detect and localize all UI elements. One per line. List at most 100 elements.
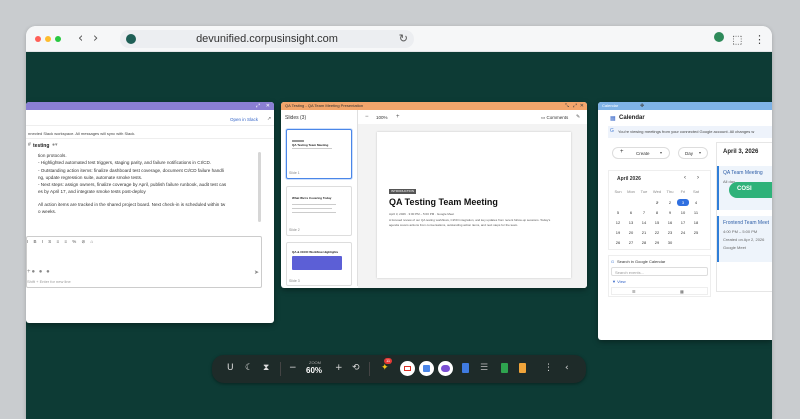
calendar-day[interactable]: 6: [625, 210, 637, 215]
calendar-day[interactable]: 17: [677, 220, 689, 225]
expand-icon[interactable]: ⤢: [573, 102, 577, 110]
calendar-app-icon[interactable]: [419, 361, 434, 376]
calendar-day[interactable]: 29: [651, 240, 663, 245]
forward-icon[interactable]: ›: [93, 32, 98, 45]
send-icon[interactable]: ➤: [254, 269, 259, 276]
calendar-day[interactable]: 9: [664, 210, 676, 215]
hourglass-icon[interactable]: ⧗: [263, 363, 269, 374]
list-icon[interactable]: ☰: [480, 363, 488, 374]
view-toggle[interactable]: ☰ ▦: [611, 287, 708, 295]
next-month-icon[interactable]: ›: [692, 175, 704, 181]
message-line: ng, update regression suite, automate sm…: [38, 174, 143, 180]
calendar-day[interactable]: 26: [612, 240, 624, 245]
calendar-day[interactable]: 13: [625, 220, 637, 225]
zoom-in-icon[interactable]: +: [335, 363, 343, 374]
filter-icon[interactable]: ▼ View: [612, 279, 626, 284]
calendar-day[interactable]: 12: [612, 220, 624, 225]
close-window-dot[interactable]: [35, 36, 41, 42]
calendar-day[interactable]: 27: [625, 240, 637, 245]
docs-icon[interactable]: [462, 363, 469, 373]
edit-icon[interactable]: ✎: [576, 114, 580, 120]
url-bar[interactable]: devunified.corpusinsight.com ↻: [120, 30, 414, 48]
create-button[interactable]: + Create ▾: [612, 147, 670, 159]
slides-titlebar[interactable]: QA Testing - QA Team Meeting Presentatio…: [281, 102, 587, 110]
shrink-icon[interactable]: ⤡: [565, 102, 569, 110]
composer-action-icons[interactable]: +● ● ●: [27, 269, 51, 275]
slide-thumbnail-3[interactable]: QA & CI/CD Workflow Highlights Slide 3: [286, 242, 352, 286]
prev-month-icon[interactable]: ‹: [679, 175, 691, 181]
browser-menu-icon[interactable]: ⋮: [754, 33, 765, 46]
calendar-day[interactable]: 8: [651, 210, 663, 215]
calendar-day[interactable]: 10: [677, 210, 689, 215]
calendar-day[interactable]: 11: [690, 210, 702, 215]
external-link-icon[interactable]: ↗: [267, 116, 271, 122]
close-icon[interactable]: ✕: [266, 102, 270, 110]
slide-main[interactable]: INTRODUCTION QA Testing Team Meeting Apr…: [377, 132, 571, 278]
search-input[interactable]: Search events...: [611, 267, 708, 276]
slide-thumbnail-2[interactable]: What We're Covering Today Slide 2: [286, 186, 352, 236]
move-icon[interactable]: ✥: [640, 102, 644, 110]
grid-view-icon[interactable]: ▦: [680, 289, 684, 294]
notification-badge: 11: [384, 358, 393, 364]
calendar-day[interactable]: 22: [651, 230, 663, 235]
weekday-label: Sat: [692, 189, 699, 194]
message-scrollbar[interactable]: [258, 152, 261, 222]
list-view-icon[interactable]: ☰: [632, 289, 636, 294]
calendar-day[interactable]: 15: [651, 220, 663, 225]
calendar-day[interactable]: 16: [664, 220, 676, 225]
calendar-day[interactable]: 30: [664, 240, 676, 245]
member-count-icon[interactable]: ●▾: [52, 142, 58, 148]
thumb-label: Slide 3: [289, 279, 300, 283]
expand-icon[interactable]: ⤢: [256, 102, 260, 110]
calendar-day[interactable]: 28: [638, 240, 650, 245]
slides-icon[interactable]: [519, 363, 526, 373]
event-card[interactable]: Frontend Team Meet 4:00 PM – 5:00 PM Cre…: [717, 216, 772, 262]
maximize-window-dot[interactable]: [55, 36, 61, 42]
reset-zoom-icon[interactable]: ⟲: [352, 363, 360, 374]
gmail-icon[interactable]: [400, 361, 415, 376]
moon-icon[interactable]: ☾: [245, 363, 253, 374]
calendar-day[interactable]: 20: [625, 230, 637, 235]
cosi-assistant-badge[interactable]: COSI: [729, 182, 772, 198]
comments-button[interactable]: ▭ Comments: [541, 115, 568, 121]
zoom-out-icon[interactable]: −: [365, 114, 369, 120]
calendar-day[interactable]: 25: [690, 230, 702, 235]
reload-icon[interactable]: ↻: [399, 32, 408, 45]
calendar-day[interactable]: 21: [638, 230, 650, 235]
underline-icon[interactable]: U: [227, 363, 234, 374]
calendar-day[interactable]: 3: [677, 199, 689, 206]
calendar-day[interactable]: 19: [612, 230, 624, 235]
message-line: - Next steps: assign owners, finalize co…: [38, 182, 227, 188]
composer-hint: Shift + Enter for new line: [27, 279, 71, 284]
extension-cursor-icon[interactable]: [714, 32, 724, 42]
close-icon[interactable]: ✕: [580, 102, 584, 110]
calendar-day[interactable]: 14: [638, 220, 650, 225]
weekday-label: Fri: [680, 189, 686, 194]
event-title: Frontend Team Meet: [723, 220, 770, 226]
minimize-window-dot[interactable]: [45, 36, 51, 42]
calendar-day[interactable]: 5: [612, 210, 624, 215]
calendar-day[interactable]: 4: [690, 200, 702, 205]
collapse-toolbar-icon[interactable]: ‹: [565, 363, 569, 374]
calendar-day[interactable]: 23: [664, 230, 676, 235]
extensions-puzzle-icon[interactable]: ⬚: [732, 33, 742, 46]
chat-app-icon[interactable]: [438, 361, 453, 376]
thumb-label: Slide 1: [289, 171, 300, 175]
sheets-icon[interactable]: [501, 363, 508, 373]
slide-thumbnail-1[interactable]: QA Testing Team Meeting Slide 1: [286, 129, 352, 179]
zoom-out-icon[interactable]: −: [289, 363, 297, 374]
calendar-titlebar[interactable]: Calendar: [598, 102, 772, 110]
open-in-slack-link[interactable]: Open in Slack: [230, 117, 258, 122]
lightbulb-icon[interactable]: ✦: [381, 363, 389, 374]
calendar-day[interactable]: 24: [677, 230, 689, 235]
zoom-in-icon[interactable]: +: [396, 114, 400, 120]
calendar-day[interactable]: 18: [690, 220, 702, 225]
more-options-icon[interactable]: ⋮: [544, 363, 553, 374]
external-link-icon[interactable]: ↗: [651, 200, 663, 205]
formatting-toolbar-icons[interactable]: I B I S ≡ ≡ % ⊘ ⌂: [27, 239, 95, 245]
view-select[interactable]: Day ▾: [678, 147, 708, 159]
slack-titlebar[interactable]: [26, 102, 274, 110]
calendar-day[interactable]: 2: [664, 200, 676, 205]
back-icon[interactable]: ‹: [78, 32, 83, 45]
calendar-day[interactable]: 7: [638, 210, 650, 215]
